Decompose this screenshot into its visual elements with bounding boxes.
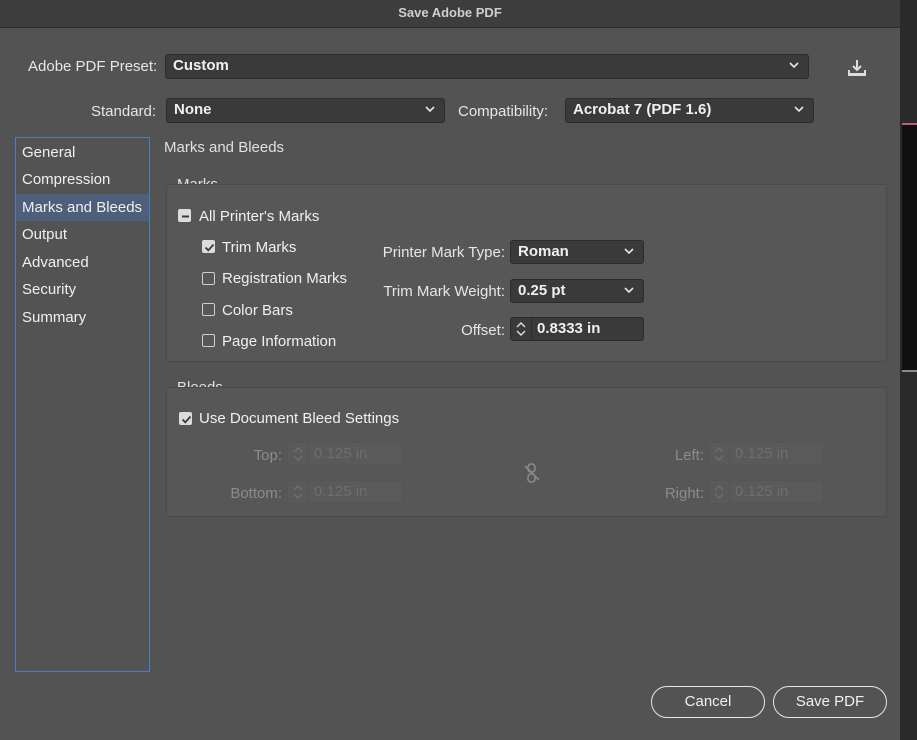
sidebar-item-general[interactable]: General (16, 139, 149, 166)
page-information-checkbox[interactable] (202, 334, 215, 347)
all-printers-marks-label: All Printer's Marks (199, 208, 320, 225)
checkmark-icon (204, 243, 215, 252)
all-printers-marks-checkbox[interactable] (178, 209, 191, 222)
trim-marks-checkbox[interactable] (202, 240, 215, 253)
preset-select[interactable]: Custom (165, 54, 809, 79)
bleed-top-label: Top: (253, 447, 282, 464)
trim-mark-weight-value: 0.25 pt (518, 282, 566, 299)
stepper-arrows-icon (714, 481, 730, 503)
sidebar-item-summary[interactable]: Summary (16, 304, 149, 331)
stepper-arrows-icon[interactable] (511, 318, 532, 340)
standard-label: Standard: (91, 103, 157, 120)
bleed-right-stepper[interactable]: 0.125 in (708, 480, 824, 504)
dialog-title: Save Adobe PDF (0, 0, 900, 28)
color-bars-checkbox[interactable] (202, 303, 215, 316)
standard-select[interactable]: None (166, 98, 445, 123)
bleed-left-stepper[interactable]: 0.125 in (708, 442, 824, 466)
chevron-down-icon (789, 62, 799, 69)
save-preset-icon[interactable] (846, 57, 868, 79)
registration-marks-checkbox[interactable] (202, 272, 215, 285)
trim-mark-weight-label: Trim Mark Weight: (383, 283, 505, 300)
standard-value: None (174, 101, 212, 118)
printer-mark-type-label: Printer Mark Type: (382, 244, 505, 261)
settings-sidebar: General Compression Marks and Bleeds Out… (15, 137, 150, 672)
bleed-bottom-label: Bottom: (230, 485, 282, 502)
color-bars-label: Color Bars (222, 302, 293, 319)
stepper-arrows-icon (714, 443, 730, 465)
trim-marks-label: Trim Marks (222, 239, 297, 256)
page-information-label: Page Information (222, 333, 337, 350)
sidebar-item-marks-and-bleeds[interactable]: Marks and Bleeds (16, 194, 149, 221)
bleed-bottom-stepper[interactable]: 0.125 in (287, 480, 403, 504)
use-document-bleed-checkbox[interactable] (179, 412, 192, 425)
save-pdf-button[interactable]: Save PDF (773, 686, 887, 718)
chevron-down-icon (794, 106, 804, 113)
bleed-top-stepper[interactable]: 0.125 in (287, 442, 403, 466)
background-window-edge (900, 0, 917, 740)
broken-link-icon[interactable] (521, 462, 543, 484)
checkmark-icon (181, 415, 192, 424)
bleed-left-value: 0.125 in (735, 445, 789, 462)
panel-title: Marks and Bleeds (164, 139, 285, 156)
printer-mark-type-value: Roman (518, 243, 569, 260)
use-document-bleed-label: Use Document Bleed Settings (199, 410, 400, 427)
bleed-left-label: Left: (674, 447, 704, 464)
bleed-right-label: Right: (664, 485, 704, 502)
printer-mark-type-select[interactable]: Roman (510, 240, 644, 264)
minus-icon (182, 215, 189, 218)
bleed-top-value: 0.125 in (314, 445, 368, 462)
chevron-down-icon (624, 248, 634, 255)
sidebar-item-compression[interactable]: Compression (16, 166, 149, 193)
preset-value: Custom (173, 57, 229, 74)
save-pdf-dialog: Save Adobe PDF Adobe PDF Preset: Custom … (0, 0, 901, 740)
bleed-bottom-value: 0.125 in (314, 483, 368, 500)
offset-label: Offset: (461, 322, 505, 339)
compatibility-value: Acrobat 7 (PDF 1.6) (573, 101, 712, 118)
chevron-down-icon (425, 106, 435, 113)
registration-marks-label: Registration Marks (222, 270, 348, 287)
sidebar-item-security[interactable]: Security (16, 276, 149, 303)
cancel-button[interactable]: Cancel (651, 686, 765, 718)
offset-value[interactable]: 0.8333 in (537, 318, 600, 340)
trim-mark-weight-select[interactable]: 0.25 pt (510, 279, 644, 303)
bleed-right-value: 0.125 in (735, 483, 789, 500)
compatibility-select[interactable]: Acrobat 7 (PDF 1.6) (565, 98, 814, 123)
stepper-arrows-icon (293, 481, 309, 503)
compatibility-label: Compatibility: (458, 103, 549, 120)
chevron-down-icon (624, 287, 634, 294)
stepper-arrows-icon (293, 443, 309, 465)
sidebar-item-advanced[interactable]: Advanced (16, 249, 149, 276)
offset-stepper[interactable]: 0.8333 in (510, 317, 644, 341)
sidebar-item-output[interactable]: Output (16, 221, 149, 248)
preset-label: Adobe PDF Preset: (28, 58, 158, 75)
